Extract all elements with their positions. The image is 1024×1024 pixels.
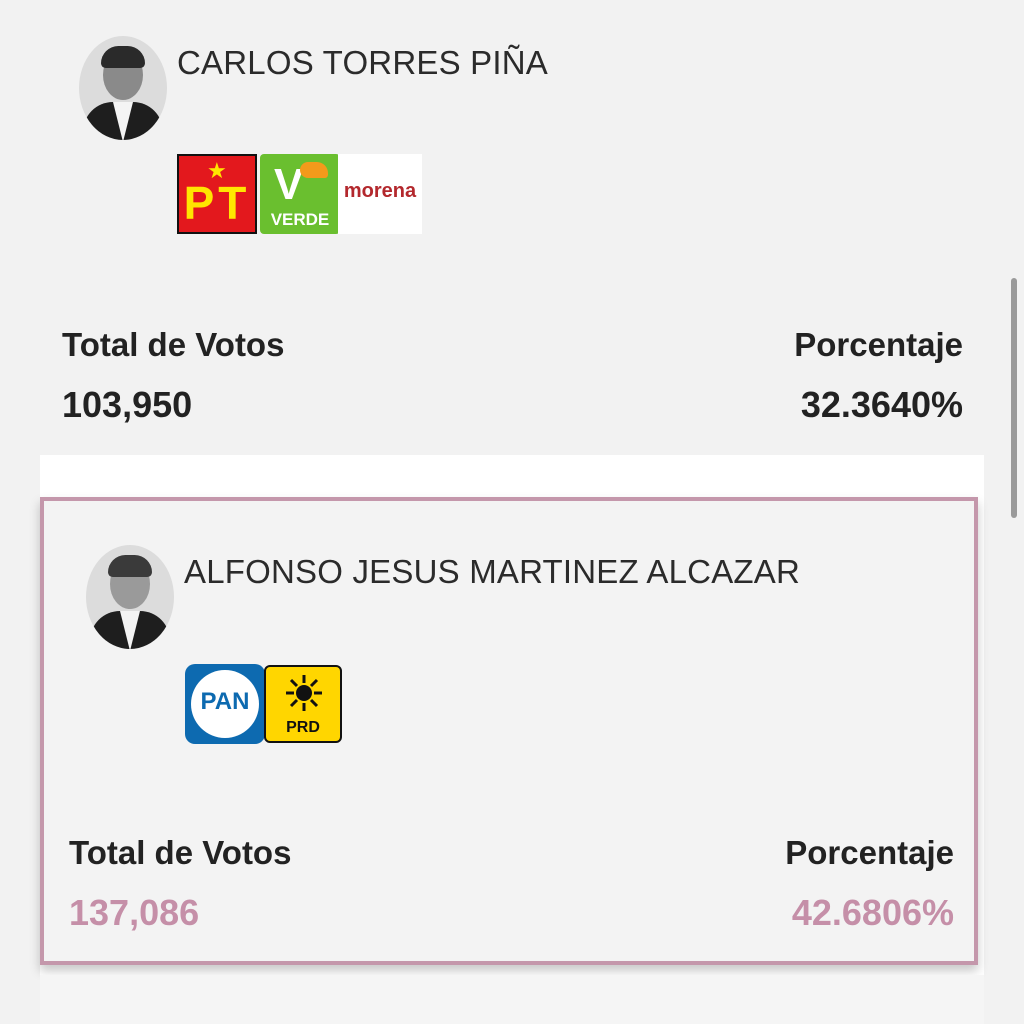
votes-label: Total de Votos [62,326,285,363]
percent-label: Porcentaje [794,326,963,363]
candidate-name: CARLOS TORRES PIÑA [177,44,548,81]
candidate-card-1: CARLOS TORRES PIÑA ★ PT V VERDE morena T… [0,0,1024,455]
scrollbar[interactable] [1011,278,1017,518]
morena-party-logo: morena [338,154,422,234]
sun-icon [286,675,322,711]
candidate-card-2: ALFONSO JESUS MARTINEZ ALCAZAR PAN PRD T… [40,497,978,965]
verde-party-logo: V VERDE [260,154,340,234]
percent-label: Porcentaje [785,834,954,871]
votes-value: 137,086 [69,892,200,933]
votes-value: 103,950 [62,384,193,425]
percent-value: 42.6806% [791,892,954,933]
percent-value: 32.3640% [800,384,963,425]
votes-label: Total de Votos [69,834,292,871]
candidate-name: ALFONSO JESUS MARTINEZ ALCAZAR [184,553,801,590]
next-card-top [40,975,984,1024]
candidate-avatar [79,36,167,140]
candidate-avatar [86,545,174,649]
pan-party-logo: PAN [185,664,265,744]
prd-party-logo: PRD [264,665,342,743]
pt-party-logo: ★ PT [177,154,257,234]
